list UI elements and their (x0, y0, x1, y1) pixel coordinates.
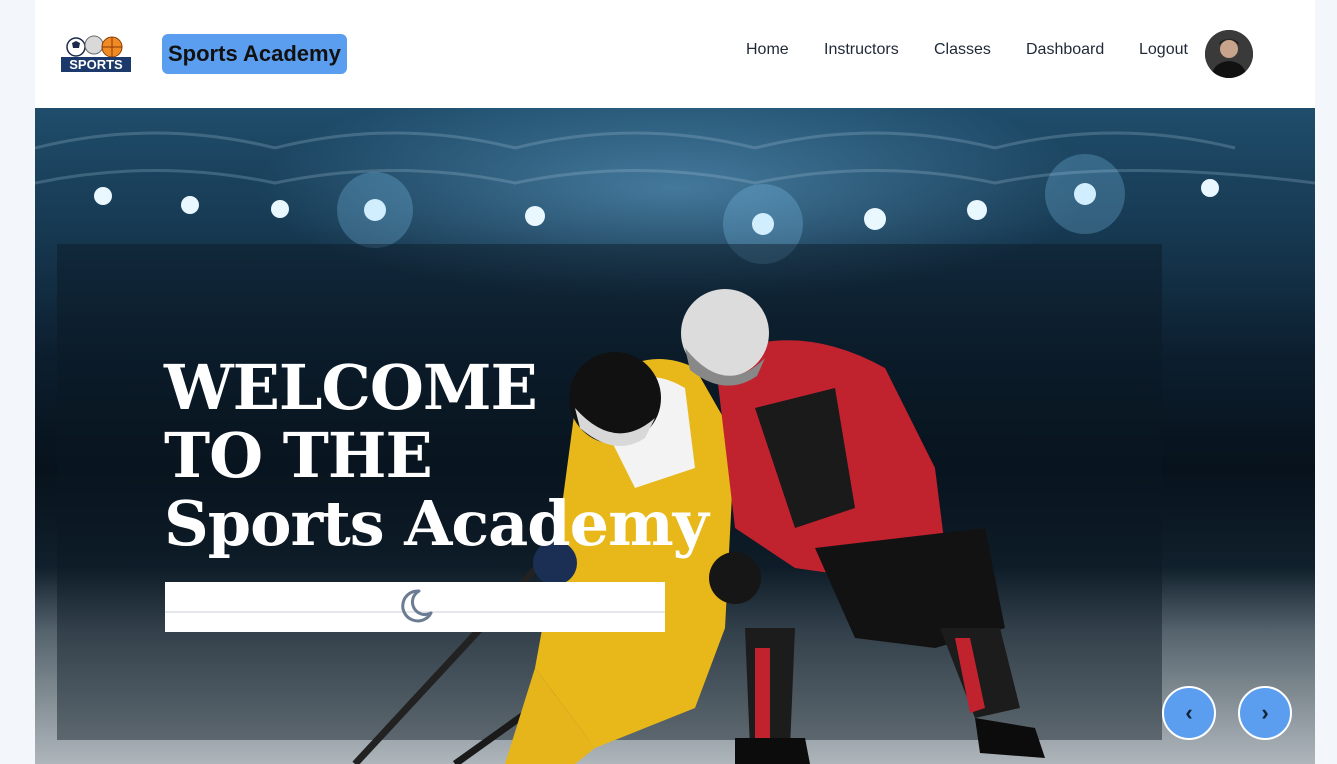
moon-icon[interactable] (395, 586, 435, 626)
carousel-next-button[interactable]: › (1238, 686, 1292, 740)
welcome-heading: WELCOME TO THE Sports Academy (164, 351, 709, 560)
welcome-line-3: Sports Academy (164, 487, 709, 560)
user-avatar[interactable] (1205, 30, 1253, 78)
chevron-left-icon: ‹ (1185, 700, 1193, 725)
brand-title[interactable]: Sports Academy (162, 34, 347, 74)
nav-dashboard[interactable]: Dashboard (1026, 40, 1104, 60)
sports-logo[interactable]: SPORTS (60, 35, 132, 73)
nav-classes[interactable]: Classes (934, 40, 991, 60)
nav-home[interactable]: Home (746, 40, 789, 60)
chevron-right-icon: › (1261, 700, 1269, 725)
page: SPORTS Sports Academy Home Instructors C… (35, 0, 1315, 764)
welcome-line-2: TO THE (164, 419, 433, 492)
carousel-prev-button[interactable]: ‹ (1162, 686, 1216, 740)
hero-banner: WELCOME TO THE Sports Academy ‹ › (35, 108, 1315, 764)
logo-text: SPORTS (69, 57, 123, 72)
theme-toggle-bar[interactable] (165, 582, 665, 632)
navbar: SPORTS Sports Academy Home Instructors C… (35, 0, 1315, 108)
nav-instructors[interactable]: Instructors (824, 40, 899, 60)
nav-logout[interactable]: Logout (1139, 40, 1188, 60)
welcome-line-1: WELCOME (164, 351, 538, 424)
